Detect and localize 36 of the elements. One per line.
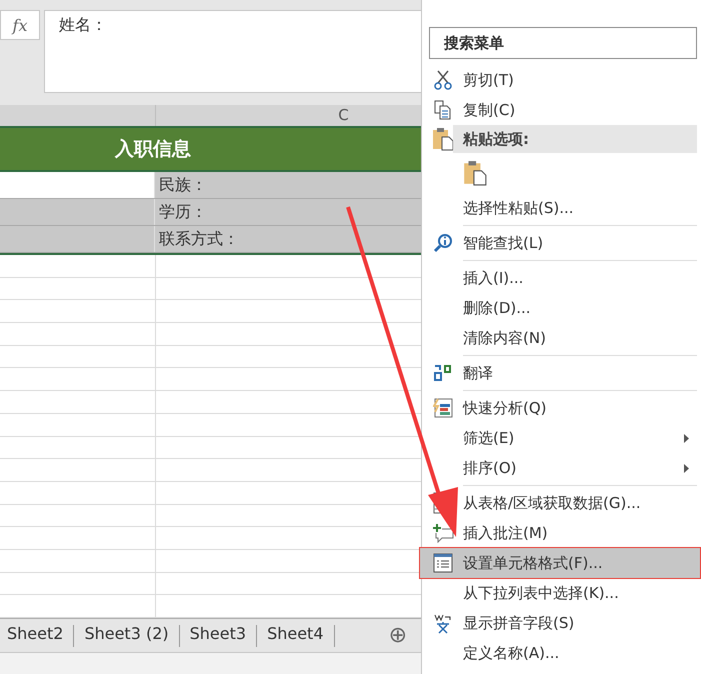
table-cell: 联系方式： — [155, 226, 421, 252]
copy-icon — [434, 100, 452, 120]
menu-item[interactable]: 选择性粘贴(S)... — [422, 193, 697, 223]
quick-analysis-icon — [432, 398, 452, 418]
format-cells-icon — [432, 553, 452, 573]
menu-item[interactable]: 从下拉列表中选择(K)... — [422, 578, 697, 608]
menu-item[interactable]: 快速分析(Q) — [422, 393, 697, 423]
sheet-tab[interactable]: Sheet3 — [190, 624, 256, 647]
menu-item[interactable]: 定义名称(A)... — [422, 638, 697, 668]
paste-option-icon[interactable] — [463, 160, 487, 186]
add-sheet-button[interactable]: ⊕ — [388, 623, 407, 648]
table-cell: 民族： — [155, 172, 421, 198]
menu-item[interactable]: 智能查找(L) — [422, 228, 697, 258]
formula-input[interactable]: 姓名： — [44, 10, 421, 93]
menu-item[interactable]: 删除(D)... — [422, 293, 697, 323]
merged-header-cell: 入职信息 — [0, 128, 421, 172]
menu-item[interactable]: 剪切(T) — [422, 65, 697, 95]
scissors-icon — [434, 70, 452, 90]
function-button[interactable]: fx — [0, 10, 40, 40]
menu-item[interactable]: 复制(C) — [422, 95, 697, 125]
menu-item[interactable]: 清除内容(N) — [422, 323, 697, 353]
table-cell: 学历： — [155, 199, 421, 225]
search-info-icon — [432, 233, 452, 253]
new-comment-icon — [432, 523, 454, 543]
menu-item[interactable]: 插入(I)... — [422, 263, 697, 293]
menu-item[interactable]: 设置单元格格式(F)... — [420, 548, 700, 578]
menu-item[interactable]: 筛选(E) — [422, 423, 697, 453]
menu-item[interactable]: 翻译 — [422, 358, 697, 388]
sheet-tab[interactable]: Sheet4 — [267, 624, 334, 647]
sheet-tab[interactable]: Sheet3 (2) — [84, 624, 179, 647]
sheet-tab[interactable]: Sheet2 — [7, 624, 74, 647]
menu-item[interactable]: 排序(O) — [422, 453, 697, 483]
menu-item[interactable]: 显示拼音字段(S) — [422, 608, 697, 638]
menu-section-header: 粘贴选项: — [453, 125, 697, 153]
clipboard-icon — [432, 127, 454, 151]
menu-item[interactable]: 插入批注(M) — [422, 518, 697, 548]
